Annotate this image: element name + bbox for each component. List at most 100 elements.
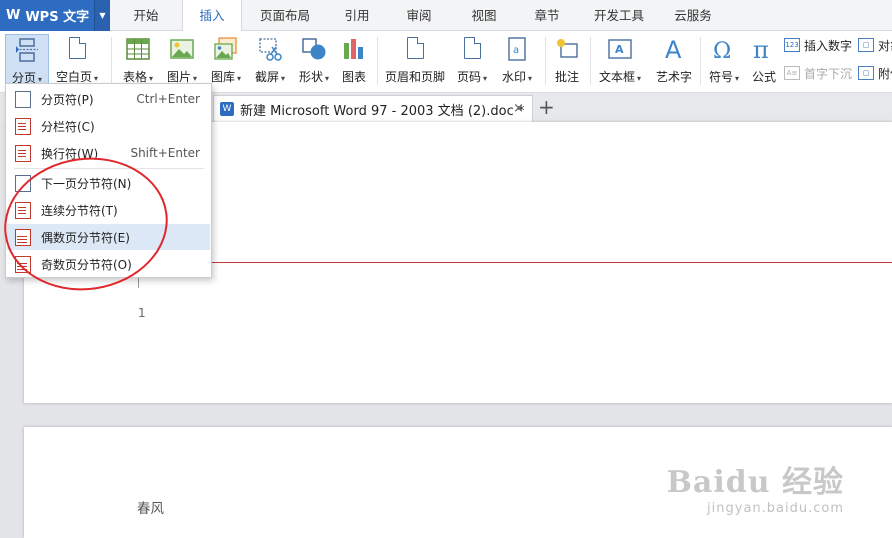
menu-tabs: 开始 插入 页面布局 引用 审阅 视图 章节 开发工具 云服务 <box>110 0 726 32</box>
wordart-button[interactable]: A 艺术字 <box>652 34 696 89</box>
table-label: 表格 <box>122 70 147 84</box>
menu-tab[interactable]: 审阅 <box>386 0 452 31</box>
textbox-label: 文本框 <box>598 70 635 84</box>
gallery-button[interactable]: 图库 ▾ <box>206 34 246 89</box>
drop-cap-label: 首字下沉 <box>804 66 853 81</box>
new-tab-plus-icon[interactable]: + <box>538 93 555 122</box>
menu-item-column-break[interactable]: 分栏符(C) <box>7 113 210 139</box>
table-button[interactable]: 表格 ▾ <box>118 34 158 89</box>
screenshot-label: 截屏 <box>254 70 279 84</box>
drop-cap-button[interactable]: A≡ 首字下沉 <box>784 64 852 82</box>
formula-button[interactable]: π 公式 <box>748 34 780 89</box>
omega-symbol-icon: Ω <box>711 36 737 64</box>
symbol-button[interactable]: Ω 符号 ▾ <box>704 34 744 89</box>
screenshot-button[interactable]: 截屏 ▾ <box>250 34 290 89</box>
blank-page-icon <box>64 36 90 62</box>
watermark-url: jingyan.baidu.com <box>707 501 844 516</box>
app-menu-caret-icon[interactable]: ▼ <box>94 0 110 31</box>
menu-tab[interactable]: 开发工具 <box>578 0 660 31</box>
page-break-icon <box>15 90 31 108</box>
blank-page-button[interactable]: 空白页 ▾ <box>52 34 102 89</box>
line-break-icon <box>15 144 31 162</box>
wps-logo-icon: W <box>6 8 21 23</box>
wordart-label: 艺术字 <box>655 70 692 84</box>
menu-tab[interactable]: 章节 <box>516 0 578 31</box>
picture-label: 图片 <box>166 70 191 84</box>
chart-icon <box>341 36 367 62</box>
chart-label: 图表 <box>341 70 366 84</box>
menu-tab[interactable]: 云服务 <box>660 0 726 31</box>
comment-button[interactable]: 批注 <box>550 34 584 89</box>
picture-icon <box>169 36 195 62</box>
gallery-icon <box>213 36 239 62</box>
svg-text:Ω: Ω <box>713 39 731 62</box>
comment-label: 批注 <box>554 70 579 84</box>
page-number-button[interactable]: 页码 ▾ <box>452 34 492 89</box>
scissors-icon <box>257 36 283 62</box>
header-footer-button[interactable]: 页眉和页脚 <box>382 34 448 89</box>
wordart-icon: A <box>661 36 687 64</box>
page-number-label: 页码 <box>456 70 481 84</box>
chart-button[interactable]: 图表 <box>338 34 370 89</box>
textbox-icon: A <box>607 36 633 62</box>
watermark-icon: a <box>504 36 530 62</box>
document-tab[interactable]: W 新建 Microsoft Word 97 - 2003 文档 (2).doc… <box>213 95 533 122</box>
app-name: WPS 文字 <box>25 10 90 25</box>
object-button[interactable]: ▢ 对象 <box>858 36 892 54</box>
close-tab-icon[interactable]: × <box>513 101 524 116</box>
insert-number-button[interactable]: 123 插入数字 <box>784 36 852 54</box>
page-break-button[interactable]: 分页 ▾ <box>5 34 49 89</box>
ribbon-separator <box>590 37 591 85</box>
baidu-jingyan-watermark: Baidu 经验 jingyan.baidu.com <box>667 457 844 516</box>
svg-text:π: π <box>753 36 769 62</box>
shape-label: 形状 <box>298 70 323 84</box>
menu-bar: W WPS 文字 ▼ 开始 插入 页面布局 引用 审阅 视图 章节 开发工具 云服务 <box>0 0 892 32</box>
ribbon-separator <box>111 37 112 85</box>
symbol-label: 符号 <box>708 70 733 84</box>
menu-tab[interactable]: 视图 <box>452 0 516 31</box>
drop-cap-icon: A≡ <box>784 66 800 80</box>
object-label: 对象 <box>878 38 892 53</box>
ribbon-separator <box>545 37 546 85</box>
table-icon <box>125 36 151 62</box>
pi-formula-icon: π <box>751 36 777 64</box>
svg-text:a: a <box>513 45 519 56</box>
blank-page-label: 空白页 <box>55 70 92 84</box>
menu-item-shortcut: Ctrl+Enter <box>136 92 200 106</box>
watermark-label: 水印 <box>501 70 526 84</box>
menu-item-label: 分页符(P) <box>41 92 94 107</box>
column-break-icon <box>15 117 31 135</box>
watermark-button[interactable]: a 水印 ▾ <box>496 34 538 89</box>
svg-text:A: A <box>615 43 624 56</box>
menu-item-page-break[interactable]: 分页符(P) Ctrl+Enter <box>7 86 210 112</box>
header-footer-icon <box>402 36 428 62</box>
object-icon: ▢ <box>858 38 874 52</box>
attachment-icon: ▢ <box>858 66 874 80</box>
ribbon-separator <box>377 37 378 85</box>
gallery-label: 图库 <box>210 70 235 84</box>
textbox-button[interactable]: A 文本框 ▾ <box>596 34 644 89</box>
shape-button[interactable]: 形状 ▾ <box>294 34 334 89</box>
ribbon-separator <box>700 37 701 85</box>
wps-app-menu-button[interactable]: W WPS 文字 ▼ <box>0 0 110 31</box>
header-footer-label: 页眉和页脚 <box>384 70 445 84</box>
document-tab-title: 新建 Microsoft Word 97 - 2003 文档 (2).doc * <box>240 103 525 119</box>
menu-item-label: 分栏符(C) <box>41 119 95 134</box>
menu-tab[interactable]: 引用 <box>328 0 386 31</box>
page-break-icon <box>14 37 40 63</box>
attachment-label: 附件 <box>878 66 892 81</box>
word-doc-icon: W <box>220 102 234 116</box>
page-number: 1 <box>138 306 146 320</box>
svg-text:A: A <box>665 36 682 62</box>
number-123-icon: 123 <box>784 38 800 52</box>
menu-tab[interactable]: 开始 <box>110 0 182 31</box>
attachment-button[interactable]: ▢ 附件 <box>858 64 892 82</box>
comment-icon <box>554 36 580 62</box>
insert-number-label: 插入数字 <box>804 38 853 53</box>
menu-tab[interactable]: 页面布局 <box>242 0 328 31</box>
menu-tab[interactable]: 插入 <box>182 0 242 32</box>
page-2-body-text[interactable]: 春风 <box>137 497 164 517</box>
shape-icon <box>301 36 327 62</box>
watermark-brand: Baidu 经验 <box>666 465 844 500</box>
picture-button[interactable]: 图片 ▾ <box>162 34 202 89</box>
